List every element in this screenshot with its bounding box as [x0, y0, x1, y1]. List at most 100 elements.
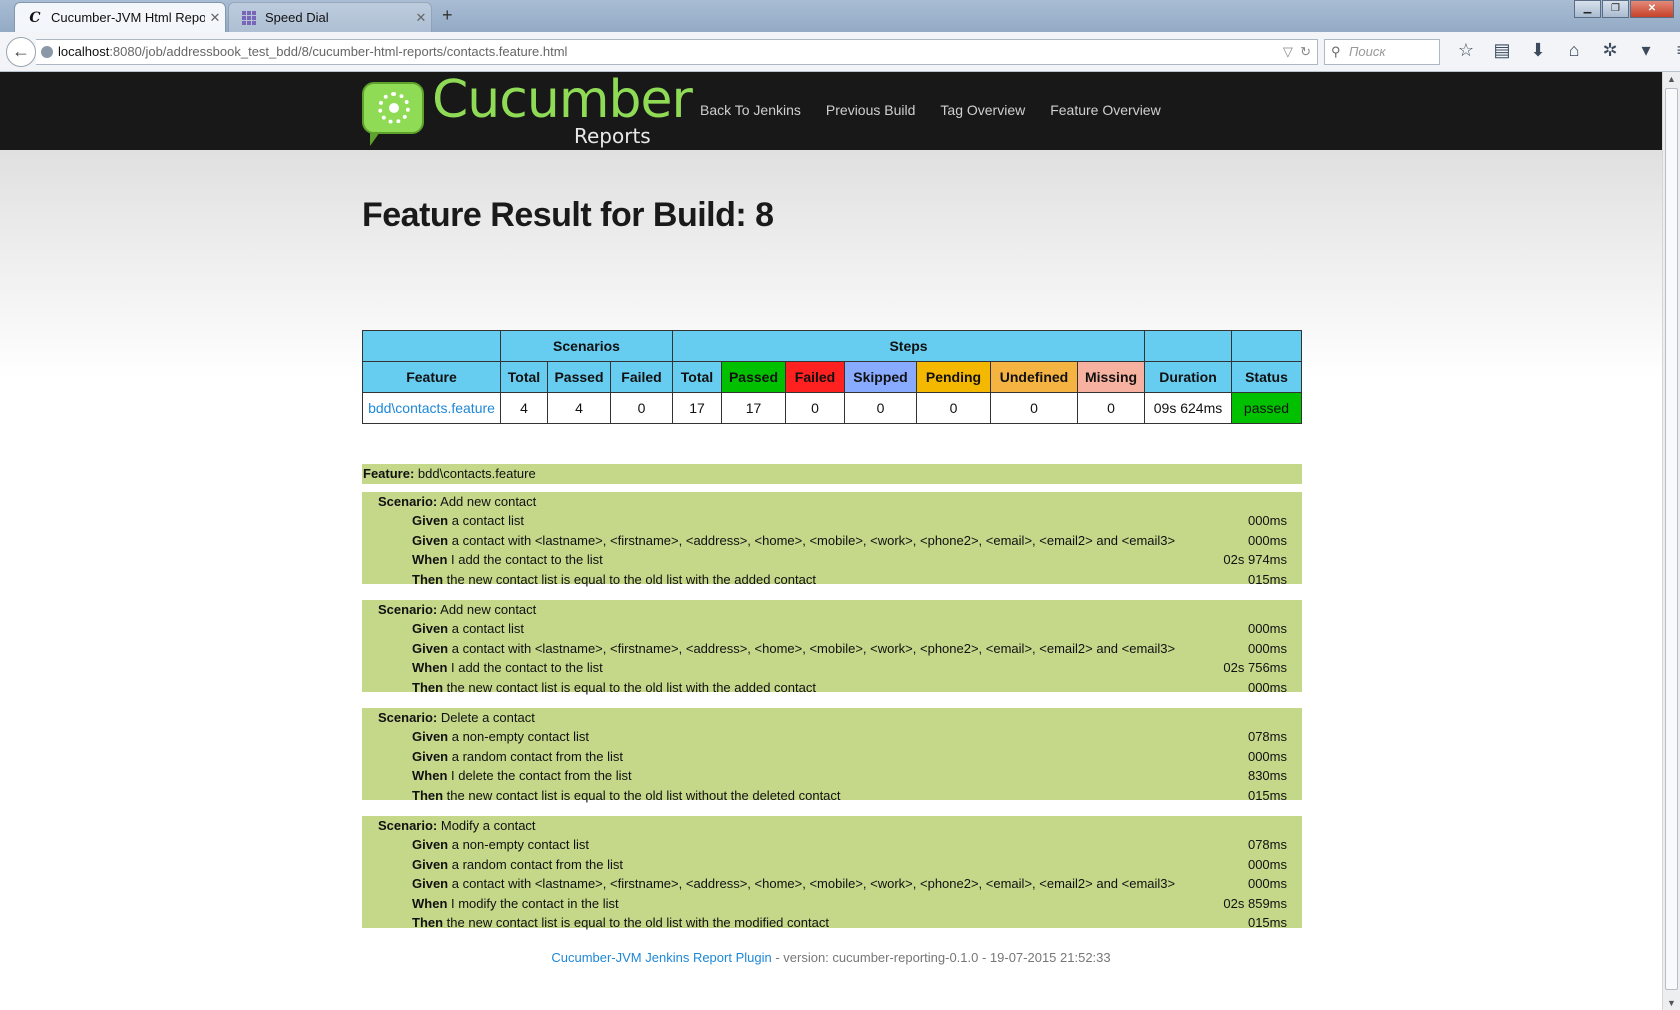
col-status: Status — [1231, 361, 1302, 393]
step-text: I add the contact to the list — [447, 552, 603, 567]
restore-window-button[interactable]: ❐ — [1602, 0, 1629, 18]
step-keyword: When — [412, 660, 448, 675]
top-nav: Back To Jenkins Previous Build Tag Overv… — [700, 102, 1186, 118]
home-icon[interactable]: ⌂ — [1556, 40, 1592, 61]
step-duration: 000ms — [1247, 513, 1287, 528]
step-duration: 015ms — [1247, 915, 1287, 930]
step-duration: 000ms — [1247, 640, 1287, 656]
report-footer: Cucumber-JVM Jenkins Report Plugin - ver… — [0, 950, 1662, 965]
col-steps-pending: Pending — [916, 361, 991, 393]
scroll-up-icon[interactable]: ▲ — [1663, 74, 1680, 84]
step-duration: 000ms — [1247, 679, 1287, 695]
col-steps-passed: Passed — [721, 361, 786, 393]
step-duration: 02s 974ms — [1223, 552, 1287, 567]
vertical-scrollbar[interactable]: ▲ ▼ — [1662, 72, 1680, 1010]
search-input[interactable]: ⚲ Поиск — [1324, 39, 1440, 65]
feature-link[interactable]: bdd\contacts.feature — [368, 400, 495, 416]
step-keyword: Then — [412, 571, 444, 587]
download-icon[interactable]: ⬇ — [1520, 40, 1556, 61]
step-text: a contact with <lastname>, <firstname>, … — [448, 532, 1176, 548]
scenario-block: Scenario: Add new contact Given a contac… — [362, 600, 1302, 695]
scenario-name: Add new contact — [440, 602, 537, 617]
col-steps-undefined: Undefined — [990, 361, 1078, 393]
cucumber-c-icon: C — [29, 9, 41, 26]
page-title: Feature Result for Build: 8 — [362, 196, 774, 234]
scenario-block: Scenario: Add new contact Given a contac… — [362, 492, 1302, 587]
step-text: the new contact list is equal to the old… — [443, 679, 816, 695]
new-tab-icon[interactable]: + — [442, 5, 453, 26]
step-row: Given a contact with <lastname>, <firstn… — [362, 531, 1302, 551]
table-header-empty — [1144, 330, 1232, 362]
tab-title: Speed Dial — [265, 10, 329, 25]
step-duration: 078ms — [1247, 837, 1287, 852]
cell-steps-skipped: 0 — [844, 392, 917, 424]
step-text: I delete the contact from the list — [447, 768, 632, 783]
table-header-empty — [1231, 330, 1302, 362]
step-row: When I add the contact to the list 02s 97… — [362, 550, 1302, 570]
close-window-button[interactable]: ✕ — [1630, 0, 1674, 18]
minimize-window-button[interactable]: ▁ — [1574, 0, 1601, 18]
step-duration: 000ms — [1247, 748, 1287, 764]
tab-cucumber-report[interactable]: C Cucumber-JVM Html Repo... ✕ — [14, 2, 226, 32]
feature-keyword: Feature: — [363, 466, 415, 481]
menu-icon[interactable]: ≡ — [1664, 40, 1680, 61]
step-text: a non-empty contact list — [448, 837, 590, 852]
scenario-keyword: Scenario: — [378, 494, 438, 509]
step-text: I add the contact to the list — [447, 660, 603, 675]
dropdown-arrow-icon[interactable]: ▽ — [1283, 44, 1293, 59]
step-text: a contact list — [448, 621, 524, 636]
step-keyword: Given — [412, 876, 449, 891]
nav-tag-overview[interactable]: Tag Overview — [940, 102, 1025, 118]
addon-icon[interactable]: ✲ — [1592, 40, 1628, 61]
scenario-keyword: Scenario: — [378, 710, 438, 725]
tab-title: Cucumber-JVM Html Repo... — [51, 10, 205, 25]
page-viewport: Cucumber Reports Back To Jenkins Previou… — [0, 72, 1662, 1010]
feature-heading: Feature: bdd\contacts.feature — [362, 464, 1302, 484]
step-row: Then the new contact list is equal to th… — [362, 913, 1302, 933]
col-duration: Duration — [1144, 361, 1232, 393]
step-row: Given a contact with <lastname>, <firstn… — [362, 874, 1302, 894]
browser-nav-bar: ← localhost:8080/job/addressbook_test_bd… — [0, 32, 1680, 72]
step-row: Given a non-empty contact list 078ms — [362, 727, 1302, 747]
bookmark-star-icon[interactable]: ☆ — [1448, 40, 1484, 61]
step-keyword: Given — [412, 729, 449, 744]
scenario-name: Add new contact — [440, 494, 537, 509]
reading-list-icon[interactable]: ▤ — [1484, 40, 1520, 61]
col-scenarios-failed: Failed — [610, 361, 673, 393]
step-duration: 000ms — [1247, 621, 1287, 636]
scrollbar-thumb[interactable] — [1665, 88, 1678, 990]
step-text: the new contact list is equal to the old… — [443, 787, 841, 803]
col-steps-missing: Missing — [1077, 361, 1145, 393]
browser-toolbar: ☆ ▤ ⬇ ⌂ ✲ ▾ ≡ — [1448, 40, 1680, 61]
step-keyword: When — [412, 768, 448, 783]
col-steps-total: Total — [672, 361, 722, 393]
tab-speed-dial[interactable]: Speed Dial ✕ — [228, 2, 432, 32]
step-keyword: Given — [412, 837, 449, 852]
window-controls: ▁ ❐ ✕ — [1573, 0, 1674, 18]
close-tab-icon[interactable]: ✕ — [411, 10, 431, 26]
step-text: a non-empty contact list — [448, 729, 590, 744]
nav-previous-build[interactable]: Previous Build — [826, 102, 916, 118]
back-arrow-icon[interactable]: ← — [6, 37, 36, 67]
cucumber-logo: Cucumber Reports — [362, 72, 693, 148]
status-badge: passed — [1231, 392, 1302, 424]
col-scenarios-total: Total — [500, 361, 548, 393]
step-keyword: Given — [412, 856, 449, 872]
scroll-down-icon[interactable]: ▼ — [1663, 998, 1680, 1008]
step-text: the new contact list is equal to the old… — [443, 915, 829, 930]
step-row: When I add the contact to the list 02s 75… — [362, 658, 1302, 678]
reload-icon[interactable]: ↻ — [1300, 44, 1311, 59]
nav-back-to-jenkins[interactable]: Back To Jenkins — [700, 102, 801, 118]
address-bar[interactable]: localhost:8080/job/addressbook_test_bdd/… — [36, 39, 1318, 65]
step-row: Then the new contact list is equal to th… — [362, 678, 1302, 698]
plugin-link[interactable]: Cucumber-JVM Jenkins Report Plugin — [551, 950, 771, 965]
chevron-down-icon[interactable]: ▾ — [1628, 40, 1664, 61]
nav-feature-overview[interactable]: Feature Overview — [1050, 102, 1160, 118]
scenario-title: Scenario: Add new contact — [362, 492, 1302, 511]
cell-scenarios-failed: 0 — [610, 392, 673, 424]
report-header: Cucumber Reports Back To Jenkins Previou… — [0, 72, 1662, 150]
step-row: When I delete the contact from the list 8… — [362, 766, 1302, 786]
col-feature: Feature — [362, 361, 501, 393]
scenario-title: Scenario: Add new contact — [362, 600, 1302, 619]
close-tab-icon[interactable]: ✕ — [205, 10, 225, 26]
